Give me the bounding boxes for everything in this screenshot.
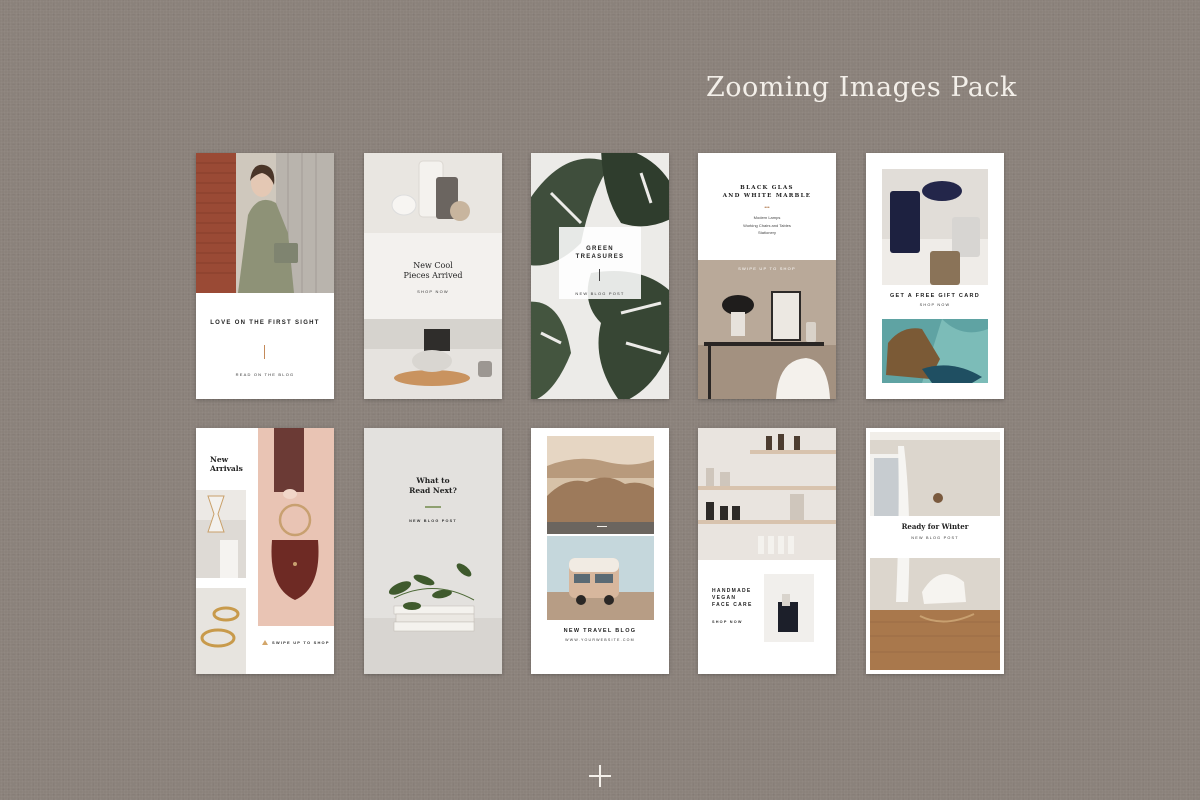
accent-divider [264, 345, 265, 359]
card-cta[interactable]: NEW BLOG POST [531, 291, 669, 296]
van-photo [547, 536, 654, 620]
card-heading: BLACK GLAS AND WHITE MARBLE [722, 185, 812, 199]
bag-pool-photo [882, 319, 988, 383]
card-cta[interactable]: SWIPE UP TO SHOP [698, 266, 836, 271]
woman-photo [196, 153, 334, 293]
story-card-read-next[interactable]: What to Read Next? NEW BLOG POST [364, 428, 502, 674]
card-cta[interactable]: SWIPE UP TO SHOP [272, 640, 330, 645]
story-card-new-cool-pieces[interactable]: New Cool Pieces Arrived SHOP NOW [364, 153, 502, 399]
jars-photo [882, 169, 988, 285]
books-plant-photo [364, 428, 502, 674]
feature-item: Stationery [757, 230, 776, 236]
story-card-travel-blog[interactable]: NEW TRAVEL BLOG WWW.YOURWEBSITE.COM [531, 428, 669, 674]
hourglass-photo [196, 490, 246, 578]
desk-photo [698, 260, 836, 399]
story-card-new-arrivals[interactable]: New Arrivals SWIPE UP TO SHOP [196, 428, 334, 674]
story-card-gift-card[interactable]: GET A FREE GIFT CARD SHOP NOW [866, 153, 1004, 399]
card-cta[interactable]: NEW BLOG POST [364, 519, 502, 523]
story-card-face-care[interactable]: HANDMADE VEGAN FACE CARE SHOP NOW [698, 428, 836, 674]
card-heading: New Arrivals [210, 455, 243, 474]
card-cta[interactable]: READ ON THE BLOG [196, 372, 334, 377]
feature-item: Modern Lamps [753, 215, 781, 220]
card-heading: GREEN TREASURES [575, 246, 625, 261]
dots-ornament: ••• [764, 205, 770, 211]
pack-title: Zooming Images Pack [706, 72, 1017, 103]
feature-item: Working Chairs and Tables [743, 222, 791, 228]
desert-road-photo [547, 436, 654, 534]
story-card-green-treasures[interactable]: GREEN TREASURES NEW BLOG POST [531, 153, 669, 399]
story-card-love-first-sight[interactable]: LOVE ON THE FIRST SIGHT READ ON THE BLOG [196, 153, 334, 399]
feature-list: Modern Lamps Working Chairs and Tables S… [698, 214, 836, 237]
card-cta[interactable]: SHOP NOW [866, 303, 1004, 307]
shelves-photo [698, 428, 836, 560]
card-heading: Ready for Winter [901, 522, 969, 531]
accent-divider [425, 506, 441, 508]
card-heading: NEW TRAVEL BLOG [563, 628, 637, 634]
accent-divider [599, 269, 600, 281]
card-heading: What to Read Next? [409, 476, 457, 495]
gold-rings-photo [196, 588, 246, 674]
story-card-black-glas[interactable]: BLACK GLAS AND WHITE MARBLE ••• Modern L… [698, 153, 836, 399]
card-heading: LOVE ON THE FIRST SIGHT [210, 320, 320, 326]
handbag-photo [258, 428, 334, 626]
card-heading: New Cool Pieces Arrived [403, 261, 463, 280]
card-heading: HANDMADE VEGAN FACE CARE [712, 588, 753, 608]
overlay-box [559, 227, 641, 299]
triangle-arrow-icon [262, 640, 268, 645]
card-heading: GET A FREE GIFT CARD [889, 293, 981, 299]
story-card-ready-for-winter[interactable]: Ready for Winter NEW BLOG POST [866, 428, 1004, 674]
card-cta[interactable]: NEW BLOG POST [866, 536, 1004, 540]
card-cta[interactable]: SHOP NOW [364, 289, 502, 294]
plus-icon[interactable] [589, 765, 611, 787]
card-cta[interactable]: SHOP NOW [712, 620, 743, 624]
sculpture-photo [764, 574, 814, 642]
card-cta[interactable]: WWW.YOURWEBSITE.COM [531, 638, 669, 642]
